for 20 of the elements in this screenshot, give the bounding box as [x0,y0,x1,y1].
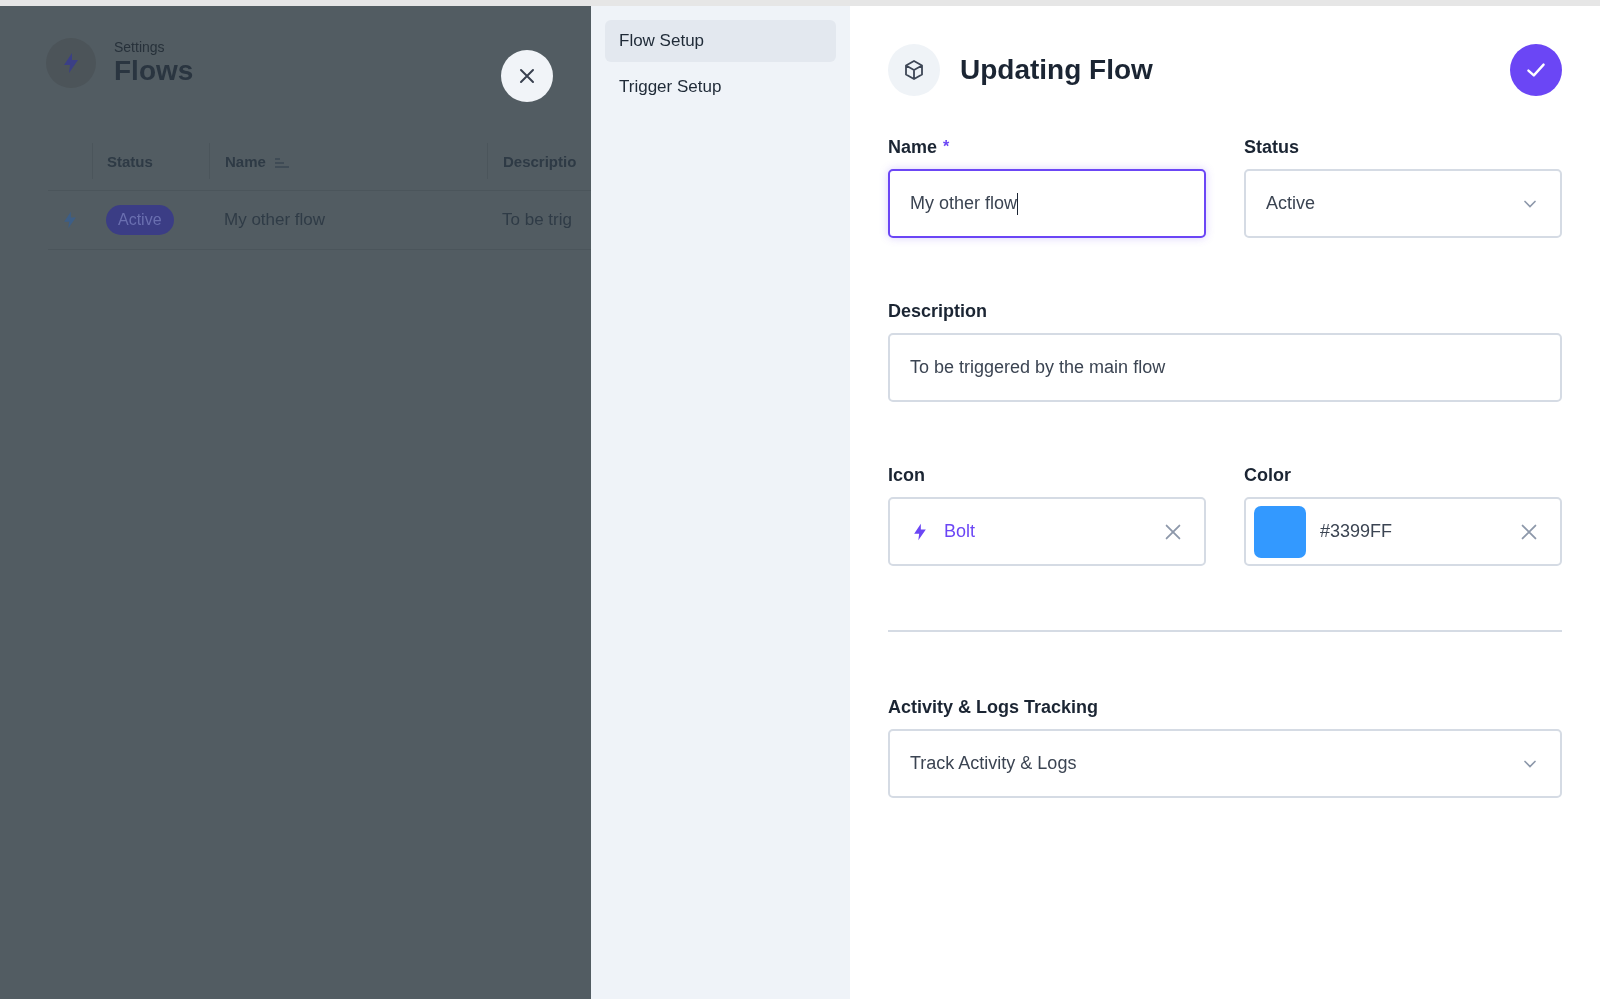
field-label: Name [888,136,938,158]
sidebar-item[interactable]: Flow Setup [605,20,836,62]
input-field[interactable]: To be triggered by the main flow [888,333,1562,402]
color-picker[interactable]: #3399FF [1244,497,1562,566]
select-field[interactable]: Track Activity & Logs [888,729,1562,798]
sidebar-item[interactable]: Trigger Setup [605,66,836,108]
field-label: Icon [888,464,925,486]
input-field[interactable]: My other flow [888,169,1206,238]
save-button[interactable] [1510,44,1562,96]
form-title: Updating Flow [960,54,1154,86]
close-button[interactable] [501,50,553,102]
field-label: Description [888,300,988,322]
required-mark: * [943,138,950,156]
field-label: Activity & Logs Tracking [888,696,1099,718]
icon-picker[interactable]: Bolt [888,497,1206,566]
cube-icon [888,44,940,96]
field-label: Color [1244,464,1291,486]
field-label: Status [1244,136,1299,158]
select-field[interactable]: Active [1244,169,1562,238]
flow-icon [46,38,96,88]
